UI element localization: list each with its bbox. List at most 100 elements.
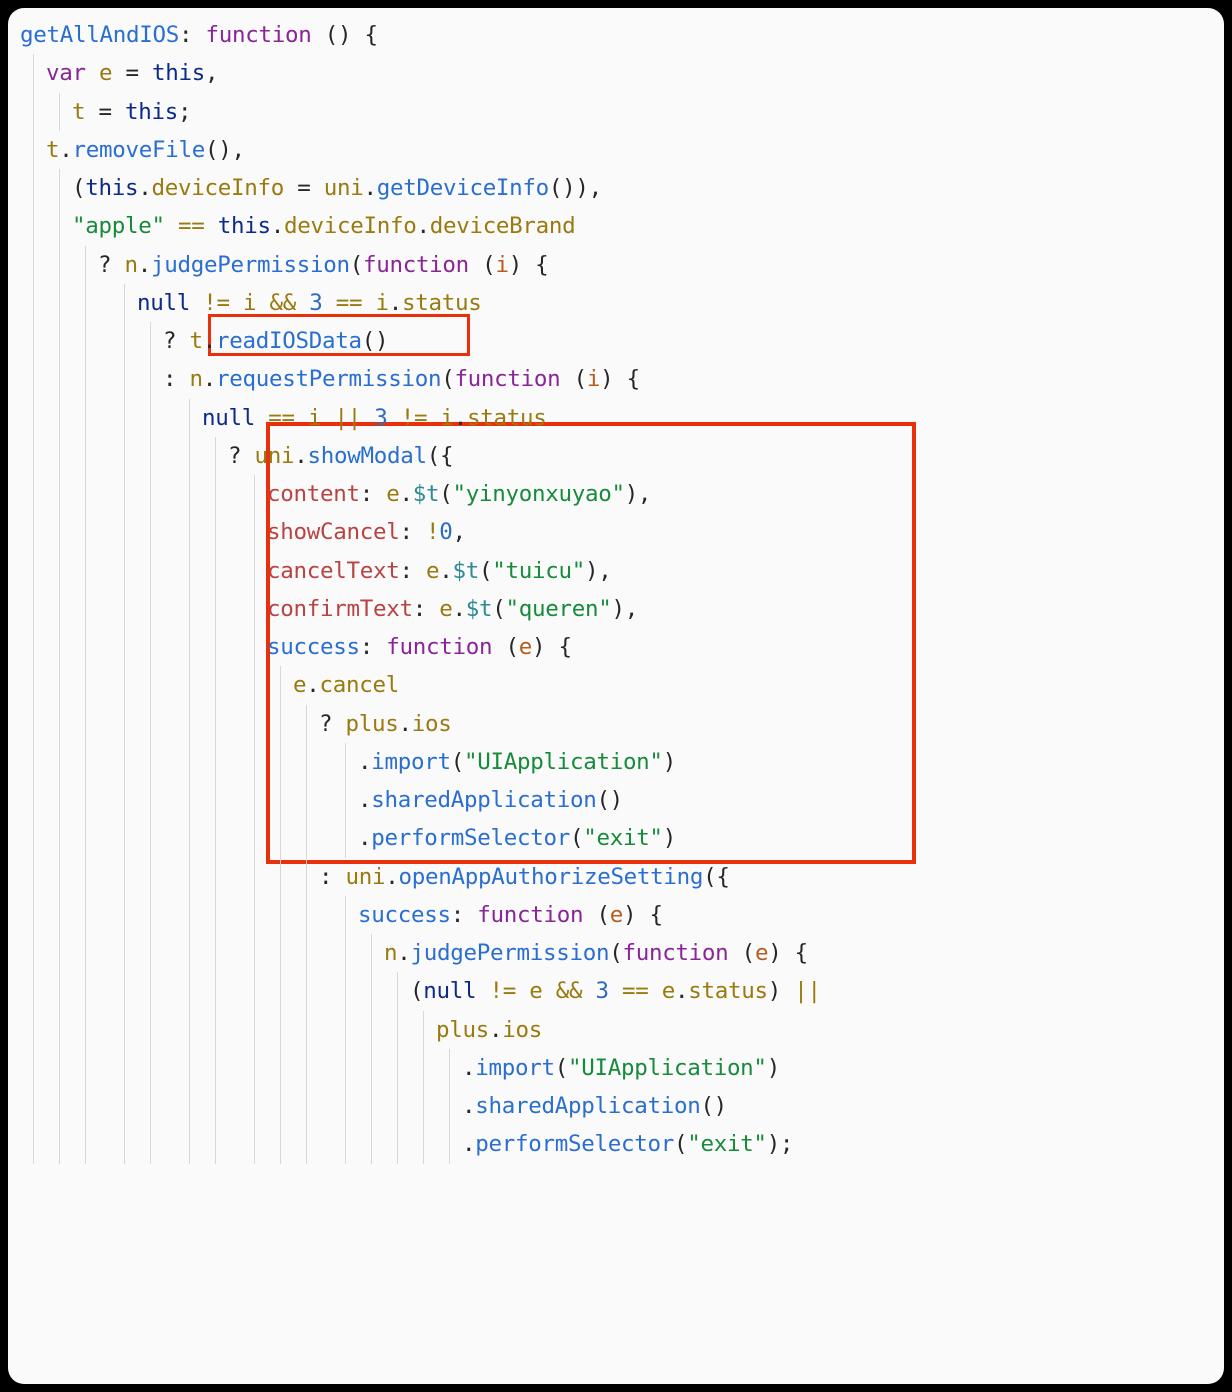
code-line: success: function (e) { [20,896,1212,934]
object-ref: uni [324,175,364,201]
var-name: i [308,405,321,431]
keyword-this: this [152,60,205,86]
property: deviceInfo [152,175,284,201]
keyword-var: var [46,60,86,86]
var-name: t [46,137,59,163]
var-name: e [99,60,112,86]
string-literal: "yinyonxuyao" [452,481,624,507]
keyword-function: function [477,902,583,928]
keyword-function: function [622,940,728,966]
code-line: .sharedApplication() [20,781,1212,819]
param: i [495,252,508,278]
code-line: ? t.readIOSData() [20,322,1212,360]
property-label: success [267,634,360,660]
method-call: performSelector [371,825,570,851]
code-editor: getAllAndIOS: function () { var e = this… [8,8,1224,1384]
number: 3 [596,978,609,1004]
code-line: .performSelector("exit"); [20,1125,1212,1163]
method-call: removeFile [73,137,205,163]
method-call: requestPermission [216,366,441,392]
param: e [519,634,532,660]
keyword-this: this [218,213,271,239]
property: status [467,405,546,431]
keyword-null: null [423,978,476,1004]
object-ref: n [384,940,397,966]
code-line: confirmText: e.$t("queren"), [20,590,1212,628]
method-call: $t [466,596,493,622]
var-name: e [426,558,439,584]
var-name: i [376,290,389,316]
method-call: judgePermission [151,252,350,278]
object-ref: plus [436,1017,489,1043]
var-name: i [243,290,256,316]
code-line: e.cancel [20,666,1212,704]
keyword-function: function [454,366,560,392]
code-line: (this.deviceInfo = uni.getDeviceInfo()), [20,169,1212,207]
property: ios [502,1017,542,1043]
code-line: .import("UIApplication") [20,743,1212,781]
var-name: e [529,978,542,1004]
var-name: e [293,672,306,698]
object-ref: plus [346,711,399,737]
method-call: sharedApplication [475,1093,700,1119]
string-literal: "UIApplication" [568,1055,767,1081]
keyword-null: null [202,405,255,431]
code-line: : n.requestPermission(function (i) { [20,360,1212,398]
code-line: "apple" == this.deviceInfo.deviceBrand [20,207,1212,245]
method-call: openAppAuthorizeSetting [399,864,704,890]
code-line: success: function (e) { [20,628,1212,666]
param: e [610,902,623,928]
object-ref: n [190,366,203,392]
keyword-this: this [125,99,178,125]
property: ios [412,711,452,737]
string-literal: "exit" [583,825,662,851]
var-name: t [190,328,203,354]
param: i [587,366,600,392]
property-label: confirmText [267,596,413,622]
code-line: var e = this, [20,54,1212,92]
code-line: ? uni.showModal({ [20,437,1212,475]
code-line: t = this; [20,93,1212,131]
method-call: sharedApplication [371,787,596,813]
method-call: import [371,749,450,775]
keyword-function: function [363,252,469,278]
method-name: getAllAndIOS [20,22,179,48]
property: status [688,978,767,1004]
method-call: showModal [308,443,427,469]
keyword-function: function [205,22,311,48]
code-line: ? n.judgePermission(function (i) { [20,246,1212,284]
string-literal: "UIApplication" [464,749,663,775]
var-name: e [662,978,675,1004]
property-label: content [267,481,360,507]
keyword-this: this [85,175,138,201]
method-call: $t [413,481,440,507]
property-label: showCancel [267,519,399,545]
method-call: $t [452,558,479,584]
var-name: i [441,405,454,431]
method-call: readIOSData [216,328,362,354]
code-line: .import("UIApplication") [20,1049,1212,1087]
code-line: plus.ios [20,1011,1212,1049]
number: 3 [374,405,387,431]
method-call: performSelector [475,1131,674,1157]
property-label: success [358,902,451,928]
code-line: : uni.openAppAuthorizeSetting({ [20,858,1212,896]
method-call: judgePermission [411,940,610,966]
var-name: t [72,99,85,125]
property-label: cancelText [267,558,399,584]
object-ref: uni [255,443,295,469]
keyword-null: null [137,290,190,316]
string-literal: "queren" [505,596,611,622]
code-line: t.removeFile(), [20,131,1212,169]
keyword-function: function [386,634,492,660]
object-ref: uni [346,864,386,890]
code-line: null != i && 3 == i.status [20,284,1212,322]
string-literal: "exit" [687,1131,766,1157]
code-line: content: e.$t("yinyonxuyao"), [20,475,1212,513]
property: deviceBrand [430,213,576,239]
code-line: null == i || 3 != i.status [20,399,1212,437]
code-line: getAllAndIOS: function () { [20,16,1212,54]
property: deviceInfo [284,213,416,239]
code-line: n.judgePermission(function (e) { [20,934,1212,972]
string-literal: "apple" [72,213,165,239]
